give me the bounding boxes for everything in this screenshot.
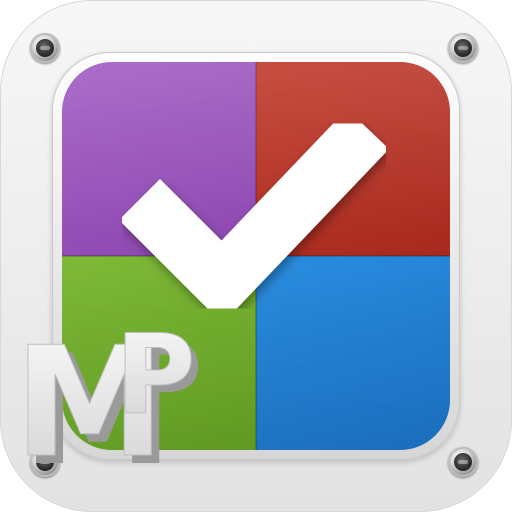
color-panel (62, 62, 450, 450)
screw-top-right (448, 33, 478, 63)
screw-top-left (30, 33, 60, 63)
screw-bottom-right (448, 447, 478, 477)
app-icon[interactable]: M P M P (0, 0, 512, 512)
screw-bottom-left (30, 447, 60, 477)
panel-gloss (62, 62, 450, 450)
